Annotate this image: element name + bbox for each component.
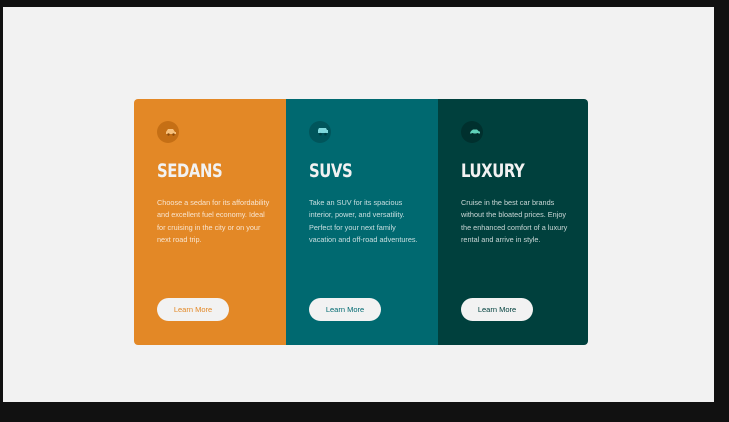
learn-more-button-sedans[interactable]: Learn More [157, 298, 229, 321]
card-description: Choose a sedan for its affordability and… [157, 198, 270, 244]
page-canvas: SEDANS Choose a sedan for its affordabil… [3, 7, 714, 402]
card-title: LUXURY [461, 160, 525, 182]
card-suvs: SUVS Take an SUV for its spacious interi… [286, 99, 438, 345]
learn-more-button-luxury[interactable]: Learn More [461, 298, 533, 321]
luxury-car-icon [461, 121, 483, 143]
learn-more-button-suvs[interactable]: Learn More [309, 298, 381, 321]
card-row: SEDANS Choose a sedan for its affordabil… [134, 99, 588, 345]
card-sedans: SEDANS Choose a sedan for its affordabil… [134, 99, 286, 345]
suv-car-icon [309, 121, 331, 143]
card-description: Cruise in the best car brands without th… [461, 198, 568, 244]
card-title: SUVS [309, 160, 353, 182]
card-description: Take an SUV for its spacious interior, p… [309, 198, 418, 244]
card-title: SEDANS [157, 160, 223, 182]
card-luxury: LUXURY Cruise in the best car brands wit… [438, 99, 588, 345]
sedan-car-icon [157, 121, 179, 143]
